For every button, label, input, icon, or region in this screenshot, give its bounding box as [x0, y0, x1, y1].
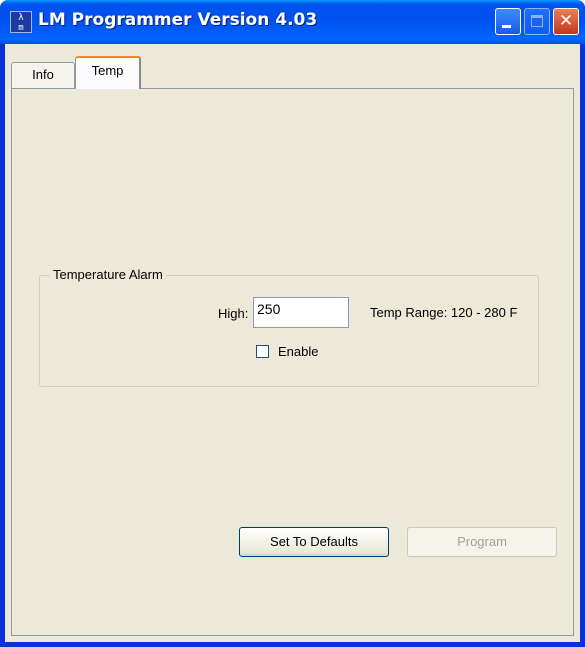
set-to-defaults-button[interactable]: Set To Defaults: [239, 527, 389, 557]
tab-info[interactable]: Info: [11, 62, 75, 88]
tab-temp[interactable]: Temp: [75, 56, 141, 89]
high-label: High:: [218, 306, 249, 321]
title-bar[interactable]: λm LM Programmer Version 4.03 ✕: [0, 0, 585, 44]
temp-range-label: Temp Range: 120 - 280 F: [370, 305, 518, 320]
window-title: LM Programmer Version 4.03: [38, 10, 318, 30]
program-button: Program: [407, 527, 557, 557]
high-temp-input[interactable]: 250: [253, 297, 349, 328]
client-area: Info Temp Temperature Alarm High: 250 Te…: [5, 44, 580, 642]
app-window: λm LM Programmer Version 4.03 ✕ Info Tem…: [0, 0, 585, 647]
minimize-button[interactable]: [495, 8, 521, 35]
temperature-alarm-group: Temperature Alarm: [39, 267, 539, 387]
minimize-icon: [502, 25, 511, 28]
temp-tab-page: Temperature Alarm High: 250 Temp Range: …: [11, 88, 574, 636]
maximize-button: [524, 8, 550, 35]
group-title: Temperature Alarm: [50, 267, 166, 282]
close-button[interactable]: ✕: [553, 8, 579, 35]
app-icon[interactable]: λm: [10, 11, 32, 33]
maximize-icon: [531, 15, 543, 27]
enable-checkbox[interactable]: [256, 345, 269, 358]
close-icon: ✕: [558, 11, 574, 31]
enable-label[interactable]: Enable: [278, 344, 318, 359]
